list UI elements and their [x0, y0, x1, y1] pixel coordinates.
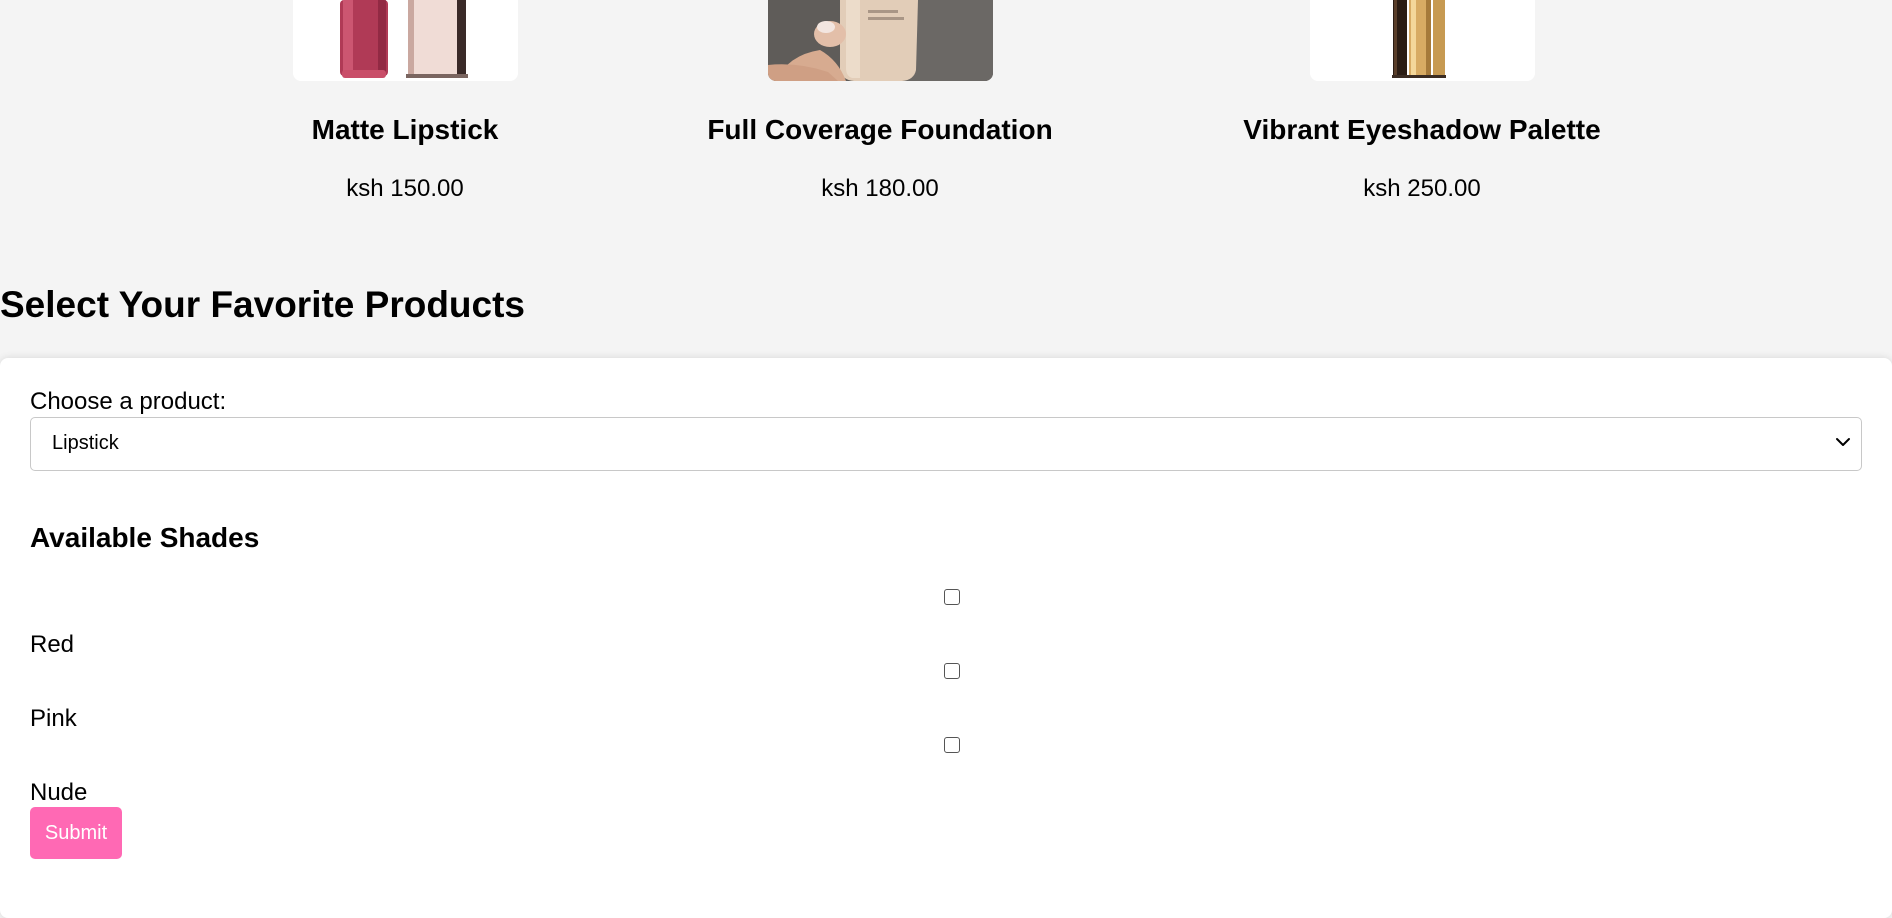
shade-checkbox-pink[interactable] [944, 663, 960, 679]
shade-label-red: Red [30, 631, 75, 658]
product-image[interactable] [768, 0, 993, 81]
product-price: ksh 250.00 [1363, 175, 1481, 202]
submit-button[interactable]: Submit [30, 807, 122, 859]
selected-product-value: Lipstick [52, 432, 119, 454]
section-title: Select Your Favorite Products [0, 284, 526, 325]
shade-checkbox-nude[interactable] [944, 737, 960, 753]
product-selection-form: Choose a product: Lipstick Available Sha… [0, 358, 1892, 918]
chevron-down-icon [1831, 430, 1855, 454]
product-name: Vibrant Eyeshadow Palette [1243, 114, 1601, 145]
product-image[interactable] [293, 0, 518, 81]
product-select[interactable]: Lipstick [30, 417, 1862, 471]
product-name: Full Coverage Foundation [707, 114, 1053, 145]
product-grid: Matte Lipstick ksh 150.00 Full Coverage … [0, 0, 1892, 230]
shade-label-nude: Nude [30, 779, 88, 806]
product-price: ksh 150.00 [346, 175, 464, 202]
shade-label-pink: Pink [30, 705, 77, 732]
product-image[interactable] [1310, 0, 1535, 81]
shades-title: Available Shades [30, 522, 260, 553]
product-name: Matte Lipstick [311, 114, 499, 145]
product-price: ksh 180.00 [821, 175, 939, 202]
choose-product-label: Choose a product: [30, 388, 227, 415]
shade-checkbox-red[interactable] [944, 589, 960, 605]
